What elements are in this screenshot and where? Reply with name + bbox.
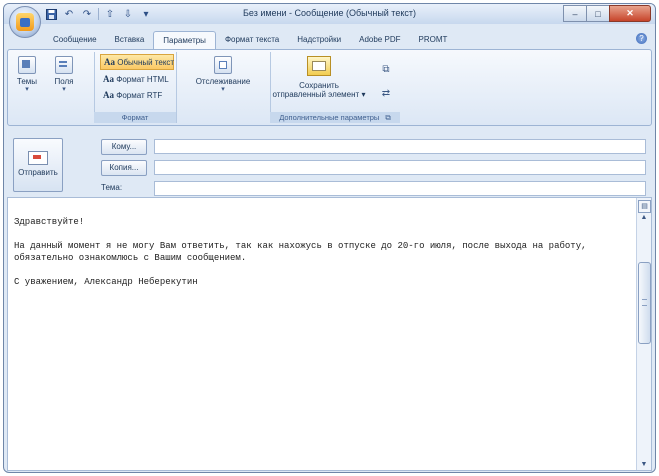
message-header: Отправить Кому... Копия... Тема: — [7, 127, 650, 197]
signature-line: С уважением, Александр Неберекутин — [14, 277, 198, 287]
tab-options[interactable]: Параметры — [153, 31, 216, 50]
tab-add-ins[interactable]: Надстройки — [288, 31, 350, 49]
tab-adobe-pdf[interactable]: Adobe PDF — [350, 31, 409, 49]
office-logo-icon — [16, 13, 34, 31]
format-group-frame: Формат — [94, 52, 177, 123]
tracking-icon — [214, 56, 232, 74]
redo-icon[interactable]: ↷ — [80, 7, 94, 21]
themes-button[interactable]: Темы ▾ — [14, 56, 40, 93]
tracking-group: Отслеживание ▾ — [176, 52, 271, 123]
undo-icon[interactable]: ↶ — [62, 7, 76, 21]
to-button[interactable]: Кому... — [101, 139, 147, 155]
save-sent-line2: отправленный элемент ▾ — [272, 90, 366, 99]
to-field[interactable] — [154, 139, 646, 154]
save-icon[interactable] — [44, 7, 58, 21]
themes-label: Темы — [16, 77, 38, 86]
save-sent-line1: Сохранить — [299, 81, 339, 90]
fields-label: Поля — [54, 77, 74, 86]
scrollbar-thumb[interactable] — [638, 262, 651, 344]
ribbon-tabs: Сообщение Вставка Параметры Формат текст… — [44, 31, 456, 50]
more-options-group: Сохранить отправленный элемент ▾ ⧉ ⇄ Доп… — [270, 52, 400, 123]
format-group-label: Формат — [94, 112, 176, 123]
tab-insert[interactable]: Вставка — [106, 31, 154, 49]
tracking-button[interactable]: Отслеживание ▾ — [188, 56, 258, 93]
office-button[interactable] — [9, 6, 41, 38]
chevron-down-icon: ▾ — [25, 86, 29, 93]
delay-delivery-icon[interactable]: ⧉ — [380, 64, 392, 76]
help-icon[interactable]: ? — [636, 33, 647, 44]
themes-icon — [18, 56, 36, 74]
send-icon — [28, 151, 48, 165]
tab-promt[interactable]: PROMT — [409, 31, 456, 49]
chevron-down-icon: ▾ — [221, 86, 225, 93]
chevron-down-icon: ▾ — [62, 86, 66, 93]
send-button[interactable]: Отправить — [13, 138, 63, 192]
body-paragraph: На данный момент я не могу Вам ответить,… — [14, 241, 587, 263]
ribbon: Темы ▾ Поля ▾ Aa Обычный текст Aa Формат… — [7, 49, 652, 126]
tab-format-text[interactable]: Формат текста — [216, 31, 288, 49]
next-item-icon[interactable]: ⇩ — [121, 7, 135, 21]
ruler-toggle-icon[interactable]: ▤ — [638, 200, 651, 213]
send-label: Отправить — [18, 168, 58, 177]
chevron-down-icon[interactable]: ▾ — [139, 7, 153, 21]
scroll-up-icon[interactable]: ▲ — [639, 214, 649, 221]
vertical-scrollbar[interactable]: ▤ ▲ ▼ — [636, 198, 651, 470]
title-bar: Без имени - Сообщение (Обычный текст) ↶ … — [4, 4, 655, 24]
cc-button[interactable]: Копия... — [101, 160, 147, 176]
folder-icon — [307, 56, 331, 76]
message-body[interactable]: Здравствуйте! На данный момент я не могу… — [7, 197, 652, 471]
fields-button[interactable]: Поля ▾ — [50, 56, 78, 93]
tab-message[interactable]: Сообщение — [44, 31, 106, 49]
cc-field[interactable] — [154, 160, 646, 175]
outlook-message-window: Без имени - Сообщение (Обычный текст) ↶ … — [3, 3, 656, 473]
themes-group: Темы ▾ Поля ▾ — [8, 52, 95, 123]
greeting-line: Здравствуйте! — [14, 217, 85, 227]
dialog-launcher-icon[interactable]: ⧉ — [385, 113, 390, 122]
qat-separator — [98, 8, 99, 20]
more-options-group-label: Дополнительные параметры ⧉ — [270, 112, 400, 123]
previous-item-icon[interactable]: ⇧ — [103, 7, 117, 21]
tracking-label: Отслеживание — [195, 77, 251, 86]
quick-access-toolbar: ↶ ↷ ⇧ ⇩ ▾ — [44, 7, 153, 21]
window-controls: – □ ✕ — [563, 5, 651, 22]
maximize-button[interactable]: □ — [586, 5, 610, 22]
minimize-button[interactable]: – — [563, 5, 587, 22]
scroll-down-icon[interactable]: ▼ — [639, 461, 649, 468]
close-button[interactable]: ✕ — [609, 5, 651, 22]
subject-field[interactable] — [154, 181, 646, 196]
message-text[interactable]: Здравствуйте! На данный момент я не могу… — [14, 216, 626, 288]
save-sent-item-button[interactable]: Сохранить отправленный элемент ▾ — [270, 56, 368, 99]
direct-replies-icon[interactable]: ⇄ — [380, 88, 392, 100]
fields-icon — [55, 56, 73, 74]
subject-label: Тема: — [101, 183, 123, 192]
